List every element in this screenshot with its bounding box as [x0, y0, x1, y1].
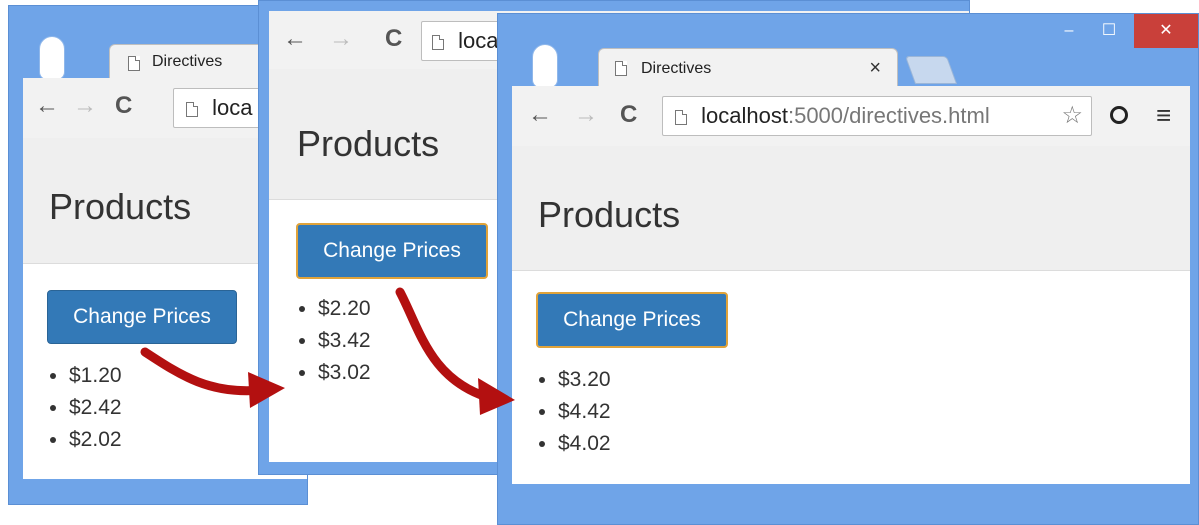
maximize-icon[interactable]: ☐	[1094, 18, 1124, 44]
forward-button[interactable]: →	[73, 92, 97, 120]
page-content: Products Change Prices $3.20 $4.42 $4.02	[512, 146, 1190, 484]
page-title: Products	[297, 123, 440, 164]
price-list: $3.20 $4.42 $4.02	[536, 364, 611, 460]
reload-button[interactable]: C	[385, 25, 402, 53]
toolbar: ← → C localhost:5000/directives.html ☆ ≡	[512, 86, 1190, 147]
forward-button[interactable]: →	[574, 101, 598, 129]
reload-button[interactable]: C	[620, 101, 637, 129]
back-button[interactable]: ←	[528, 101, 552, 129]
price-item: $3.42	[318, 325, 371, 357]
page-title: Products	[49, 186, 192, 227]
tab-close-icon[interactable]: ×	[869, 57, 881, 80]
page-icon	[615, 61, 627, 76]
page-icon	[186, 101, 198, 117]
back-button[interactable]: ←	[35, 92, 59, 120]
change-prices-button[interactable]: Change Prices	[296, 223, 488, 279]
minimize-icon[interactable]: –	[1054, 18, 1084, 44]
page-icon	[128, 56, 140, 71]
page-icon	[432, 34, 444, 50]
price-item: $3.02	[318, 357, 371, 389]
back-button[interactable]: ←	[283, 25, 307, 53]
address-bar[interactable]: localhost:5000/directives.html ☆	[662, 96, 1092, 136]
page-header: Products	[512, 146, 1190, 271]
price-list: $1.20 $2.42 $2.02	[47, 360, 122, 456]
reload-button[interactable]: C	[115, 92, 132, 120]
price-item: $2.42	[69, 392, 122, 424]
forward-button[interactable]: →	[329, 25, 353, 53]
browser-logo-icon	[532, 44, 558, 88]
browser-window-3: Directives × – ☐ ✕ ← → C localhost:5000/…	[497, 13, 1199, 525]
address-path: :5000/directives.html	[787, 103, 990, 128]
price-item: $1.20	[69, 360, 122, 392]
address-text: loca	[212, 95, 253, 120]
price-item: $2.02	[69, 424, 122, 456]
close-icon[interactable]: ✕	[1134, 14, 1198, 48]
tab-directives[interactable]: Directives ×	[598, 48, 898, 90]
new-tab-button[interactable]	[904, 56, 958, 84]
page-title: Products	[538, 194, 681, 235]
tab-title: Directives	[641, 60, 712, 77]
price-item: $4.02	[558, 428, 611, 460]
change-prices-button[interactable]: Change Prices	[47, 290, 237, 344]
price-item: $4.42	[558, 396, 611, 428]
extension-icon[interactable]	[1110, 106, 1128, 124]
price-list: $2.20 $3.42 $3.02	[296, 293, 371, 389]
bookmark-star-icon[interactable]: ☆	[1061, 97, 1083, 135]
tab-title: Directives	[152, 53, 223, 70]
browser-logo-icon	[39, 36, 65, 80]
address-text: loca	[458, 28, 499, 53]
page-icon	[675, 109, 687, 125]
price-item: $3.20	[558, 364, 611, 396]
price-item: $2.20	[318, 293, 371, 325]
address-host: localhost	[701, 103, 788, 128]
menu-icon[interactable]: ≡	[1156, 100, 1171, 131]
change-prices-button[interactable]: Change Prices	[536, 292, 728, 348]
